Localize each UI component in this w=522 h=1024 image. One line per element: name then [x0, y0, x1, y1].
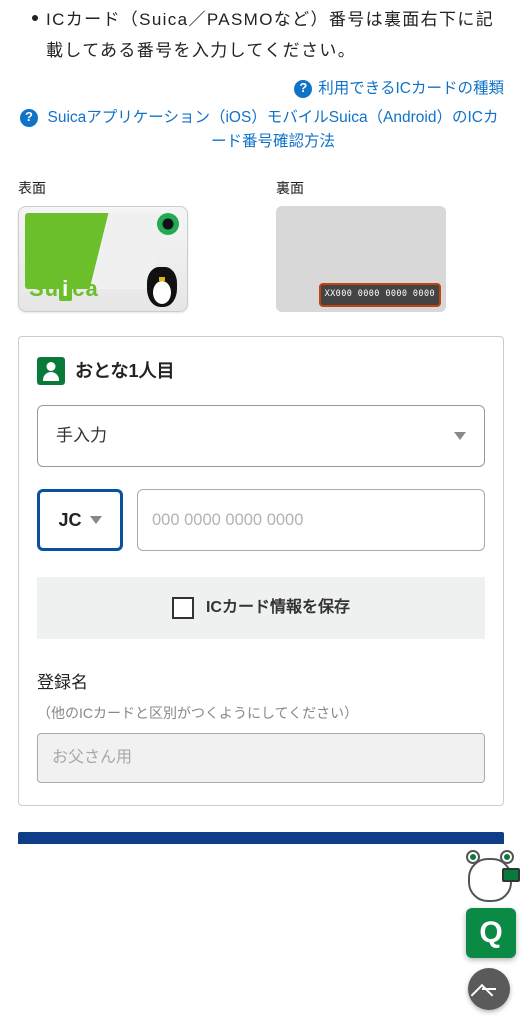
- input-mode-value: 手入力: [56, 422, 107, 449]
- instruction-text: ICカード（Suica／PASMOなど）番号は裏面右下に記載してある番号を入力し…: [46, 4, 504, 67]
- instruction-bullet: ICカード（Suica／PASMOなど）番号は裏面右下に記載してある番号を入力し…: [18, 0, 504, 73]
- passenger-title: おとな1人目: [75, 357, 174, 386]
- card-prefix-value: JC: [58, 506, 81, 535]
- registration-name-label: 登録名: [37, 669, 485, 696]
- card-illustration-row: 表面 Suica 裏面 XX000 0000 0000 0000: [18, 177, 504, 311]
- card-back-label: 裏面: [276, 177, 504, 199]
- card-front-label: 表面: [18, 177, 246, 199]
- passenger-header: おとな1人目: [37, 357, 485, 386]
- card-back-column: 裏面 XX000 0000 0000 0000: [276, 177, 504, 311]
- help-link-text: 利用できるICカードの種類: [318, 77, 504, 102]
- bullet-dot: [32, 15, 38, 21]
- passenger-form: おとな1人目 手入力 JC ICカード情報を保存 登録名 （他のICカードと区別…: [18, 336, 504, 806]
- card-prefix-select[interactable]: JC: [37, 489, 123, 552]
- brand-text: ca: [72, 276, 98, 301]
- input-mode-select[interactable]: 手入力: [37, 405, 485, 466]
- chevron-up-icon: [482, 988, 496, 990]
- chevron-down-icon: [90, 516, 102, 524]
- card-front-column: 表面 Suica: [18, 177, 246, 311]
- save-card-label: ICカード情報を保存: [206, 595, 350, 621]
- chevron-down-icon: [454, 432, 466, 440]
- card-back-image: XX000 0000 0000 0000: [276, 206, 446, 312]
- help-link-app-guide[interactable]: ? Suicaアプリケーション（iOS）モバイルSuica（Android）のI…: [18, 106, 504, 164]
- mascot-icon[interactable]: [464, 854, 516, 906]
- person-icon: [37, 357, 65, 385]
- question-icon: ?: [294, 80, 312, 98]
- card-number-input[interactable]: [137, 489, 485, 552]
- brand-text: Su: [29, 276, 59, 301]
- question-icon: ?: [20, 109, 38, 127]
- card-number-row: JC: [37, 489, 485, 552]
- registration-name-hint: （他のICカードと区別がつくようにしてください）: [37, 702, 485, 724]
- help-link-card-types[interactable]: ? 利用できるICカードの種類: [18, 73, 504, 106]
- bottom-primary-bar[interactable]: [18, 832, 504, 844]
- save-card-checkbox-row[interactable]: ICカード情報を保存: [37, 577, 485, 639]
- help-fab[interactable]: Q: [466, 908, 516, 958]
- help-fab-label: Q: [479, 909, 502, 957]
- card-number-highlight: XX000 0000 0000 0000: [319, 283, 441, 307]
- penguin-icon: [147, 267, 177, 307]
- card-front-image: Suica: [18, 206, 188, 312]
- help-link-text: Suicaアプリケーション（iOS）モバイルSuica（Android）のICカ…: [44, 106, 502, 156]
- checkbox-icon: [172, 597, 194, 619]
- registration-name-input[interactable]: [37, 733, 485, 783]
- brand-i: i: [59, 276, 72, 301]
- scroll-top-button[interactable]: [468, 968, 510, 1010]
